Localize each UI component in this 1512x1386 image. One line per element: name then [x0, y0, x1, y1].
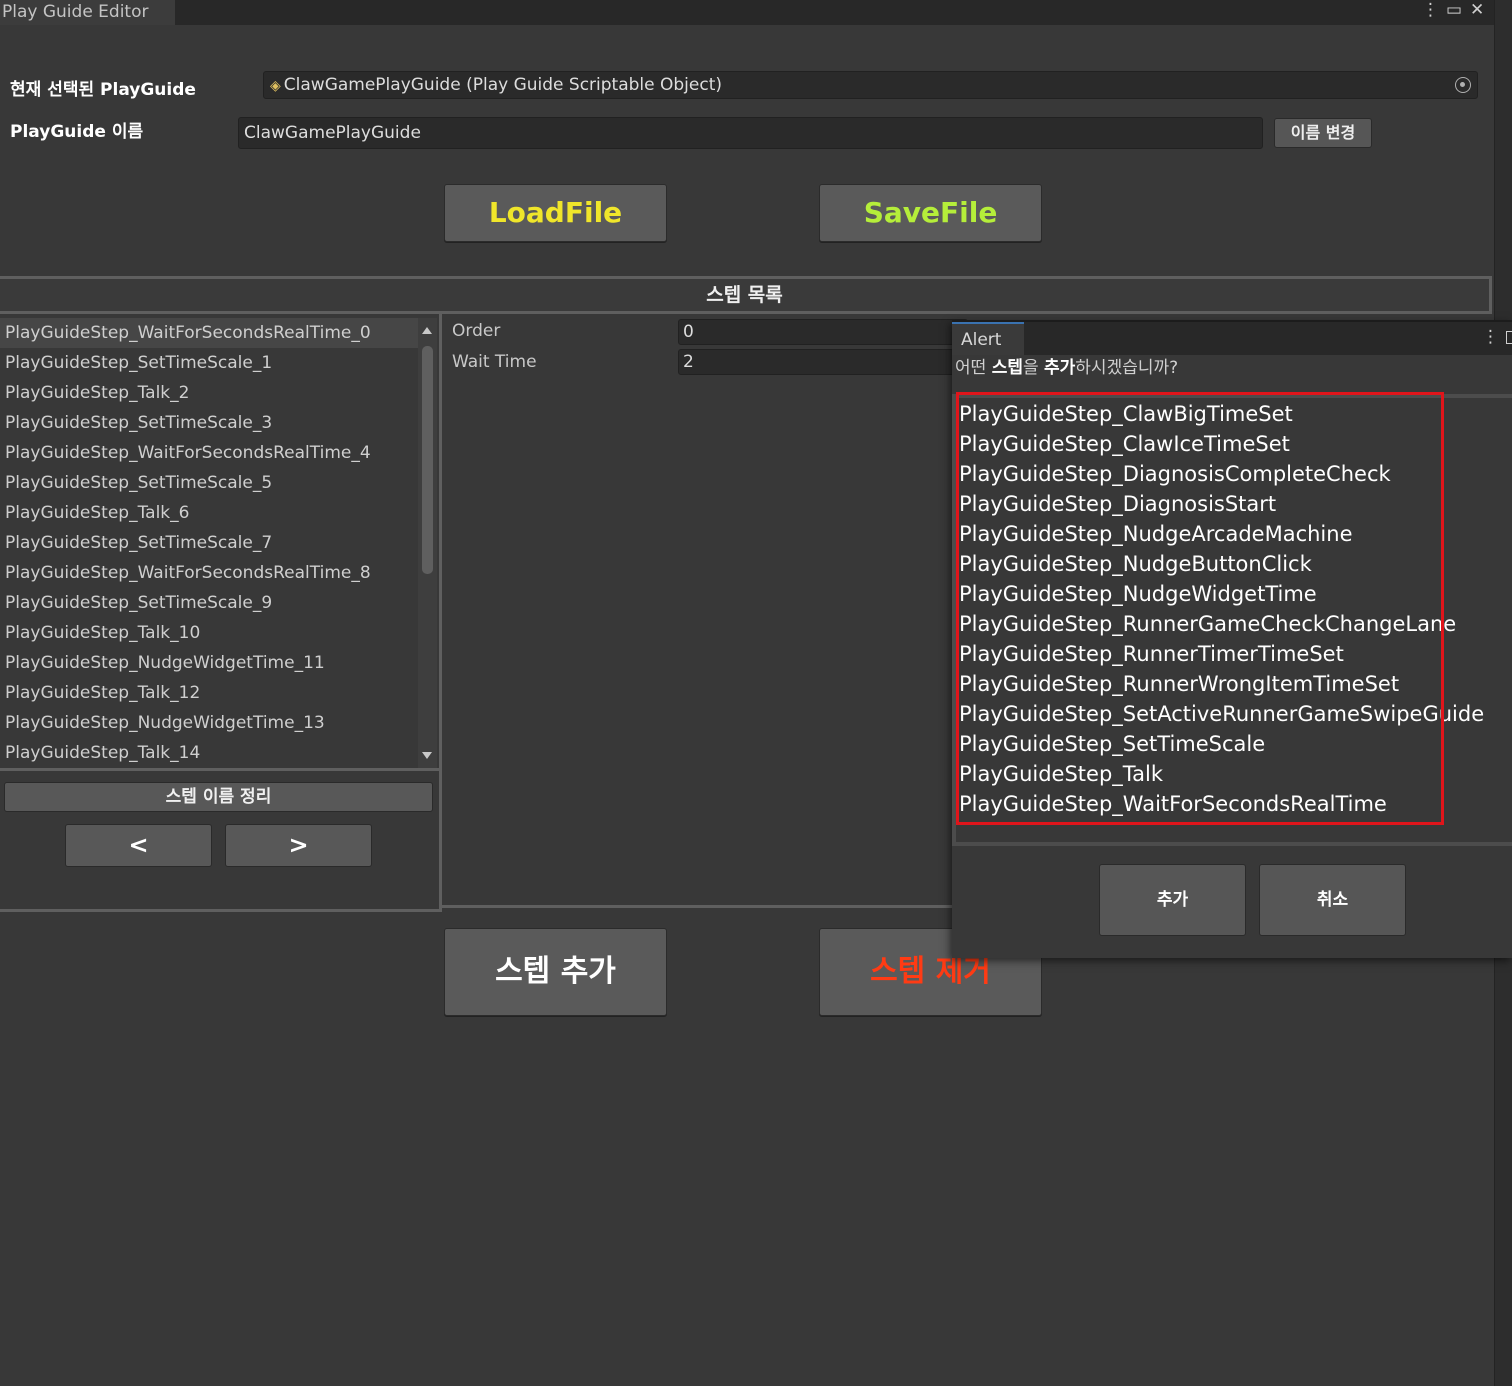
- step-list-item[interactable]: PlayGuideStep_SetTimeScale_5: [0, 468, 418, 498]
- step-type-option[interactable]: PlayGuideStep_ClawIceTimeSet: [959, 429, 1484, 459]
- question-text: 하시겠습니까?: [1075, 358, 1179, 378]
- playguide-name-input[interactable]: ClawGamePlayGuide: [238, 117, 1263, 149]
- step-type-option[interactable]: PlayGuideStep_NudgeWidgetTime: [959, 579, 1484, 609]
- step-type-option[interactable]: PlayGuideStep_Talk: [959, 759, 1484, 789]
- menu-icon[interactable]: ⋮: [1422, 0, 1439, 20]
- step-list-item[interactable]: PlayGuideStep_WaitForSecondsRealTime_0: [0, 318, 418, 348]
- step-list-scrollbar[interactable]: [418, 318, 437, 768]
- step-type-option[interactable]: PlayGuideStep_SetTimeScale: [959, 729, 1484, 759]
- question-text: 을: [1022, 358, 1045, 378]
- selected-playguide-value: ClawGamePlayGuide (Play Guide Scriptable…: [283, 75, 722, 95]
- wait-time-field[interactable]: 2: [678, 349, 968, 375]
- alert-tab[interactable]: Alert: [952, 322, 1024, 355]
- step-type-option[interactable]: PlayGuideStep_RunnerWrongItemTimeSet: [959, 669, 1484, 699]
- question-text: 스텝: [991, 358, 1023, 378]
- alert-add-button[interactable]: 추가: [1099, 864, 1246, 936]
- step-list-header: 스텝 목록: [0, 276, 1492, 314]
- alert-cancel-button[interactable]: 취소: [1259, 864, 1406, 936]
- divider: [442, 905, 952, 908]
- step-list-item[interactable]: PlayGuideStep_Talk_10: [0, 618, 418, 648]
- step-list-item[interactable]: PlayGuideStep_SetTimeScale_7: [0, 528, 418, 558]
- alert-menu-icon[interactable]: ⋮: [1482, 326, 1499, 348]
- step-list-item[interactable]: PlayGuideStep_SetTimeScale_9: [0, 588, 418, 618]
- step-type-option[interactable]: PlayGuideStep_ClawBigTimeSet: [959, 399, 1484, 429]
- question-text: 추가: [1044, 358, 1076, 378]
- rename-all-steps-button[interactable]: 스텝 이름 정리: [4, 782, 433, 812]
- window-tab[interactable]: Play Guide Editor: [0, 0, 175, 25]
- step-type-option[interactable]: PlayGuideStep_RunnerGameCheckChangeLane: [959, 609, 1484, 639]
- alert-question: 어떤 스텝을 추가하시겠습니까?: [955, 355, 1178, 381]
- order-label: Order: [452, 321, 501, 341]
- wait-time-label: Wait Time: [452, 352, 537, 372]
- scriptable-object-icon: ◈: [270, 78, 281, 94]
- prev-step-button[interactable]: <: [65, 824, 212, 867]
- step-list-item[interactable]: PlayGuideStep_Talk_12: [0, 678, 418, 708]
- save-file-button[interactable]: SaveFile: [819, 184, 1042, 242]
- playguide-name-label: PlayGuide 이름: [10, 122, 144, 142]
- object-picker-icon[interactable]: [1455, 77, 1471, 93]
- step-type-option[interactable]: PlayGuideStep_DiagnosisCompleteCheck: [959, 459, 1484, 489]
- step-list-item[interactable]: PlayGuideStep_SetTimeScale_1: [0, 348, 418, 378]
- step-list-item[interactable]: PlayGuideStep_Talk_2: [0, 378, 418, 408]
- step-list-item[interactable]: PlayGuideStep_Talk_6: [0, 498, 418, 528]
- step-list-item[interactable]: PlayGuideStep_SetTimeScale_3: [0, 408, 418, 438]
- selected-playguide-field[interactable]: ◈ ClawGamePlayGuide (Play Guide Scriptabl…: [263, 71, 1478, 99]
- title-bar: Play Guide Editor ⋮ ▭ ✕: [0, 0, 1494, 25]
- step-type-options: PlayGuideStep_ClawBigTimeSet PlayGuideSte…: [959, 399, 1484, 819]
- step-list-item[interactable]: PlayGuideStep_NudgeWidgetTime_11: [0, 648, 418, 678]
- step-type-option[interactable]: PlayGuideStep_WaitForSecondsRealTime: [959, 789, 1484, 819]
- order-field[interactable]: 0: [678, 319, 968, 345]
- alert-title-bar: Alert ⋮: [952, 322, 1512, 355]
- load-file-button[interactable]: LoadFile: [444, 184, 667, 242]
- question-text: 어떤: [955, 358, 992, 378]
- divider: [0, 768, 439, 771]
- scroll-down-icon[interactable]: [422, 752, 432, 759]
- alert-dialog: Alert ⋮ 어떤 스텝을 추가하시겠습니까? PlayGuideStep_C…: [952, 320, 1512, 958]
- step-type-option[interactable]: PlayGuideStep_DiagnosisStart: [959, 489, 1484, 519]
- step-type-option[interactable]: PlayGuideStep_RunnerTimerTimeSet: [959, 639, 1484, 669]
- maximize-icon[interactable]: ▭: [1446, 0, 1462, 20]
- alert-maximize-icon[interactable]: [1506, 331, 1512, 344]
- step-list-item[interactable]: PlayGuideStep_WaitForSecondsRealTime_4: [0, 438, 418, 468]
- scroll-thumb[interactable]: [422, 346, 433, 574]
- scroll-up-icon[interactable]: [422, 327, 432, 334]
- step-list-panel: PlayGuideStep_WaitForSecondsRealTime_0 Pl…: [0, 314, 442, 912]
- step-list: PlayGuideStep_WaitForSecondsRealTime_0 Pl…: [0, 318, 418, 768]
- step-type-option[interactable]: PlayGuideStep_NudgeButtonClick: [959, 549, 1484, 579]
- step-list-item[interactable]: PlayGuideStep_WaitForSecondsRealTime_8: [0, 558, 418, 588]
- step-type-option[interactable]: PlayGuideStep_NudgeArcadeMachine: [959, 519, 1484, 549]
- close-icon[interactable]: ✕: [1470, 0, 1484, 20]
- add-step-button[interactable]: 스텝 추가: [444, 928, 667, 1016]
- step-list-item[interactable]: PlayGuideStep_Talk_14: [0, 738, 418, 768]
- next-step-button[interactable]: >: [225, 824, 372, 867]
- step-list-item[interactable]: PlayGuideStep_NudgeWidgetTime_13: [0, 708, 418, 738]
- step-type-option[interactable]: PlayGuideStep_SetActiveRunnerGameSwipeGu…: [959, 699, 1484, 729]
- selected-playguide-label: 현재 선택된 PlayGuide: [10, 80, 196, 100]
- rename-button[interactable]: 이름 변경: [1274, 118, 1372, 148]
- step-type-list: PlayGuideStep_ClawBigTimeSet PlayGuideSte…: [952, 394, 1512, 846]
